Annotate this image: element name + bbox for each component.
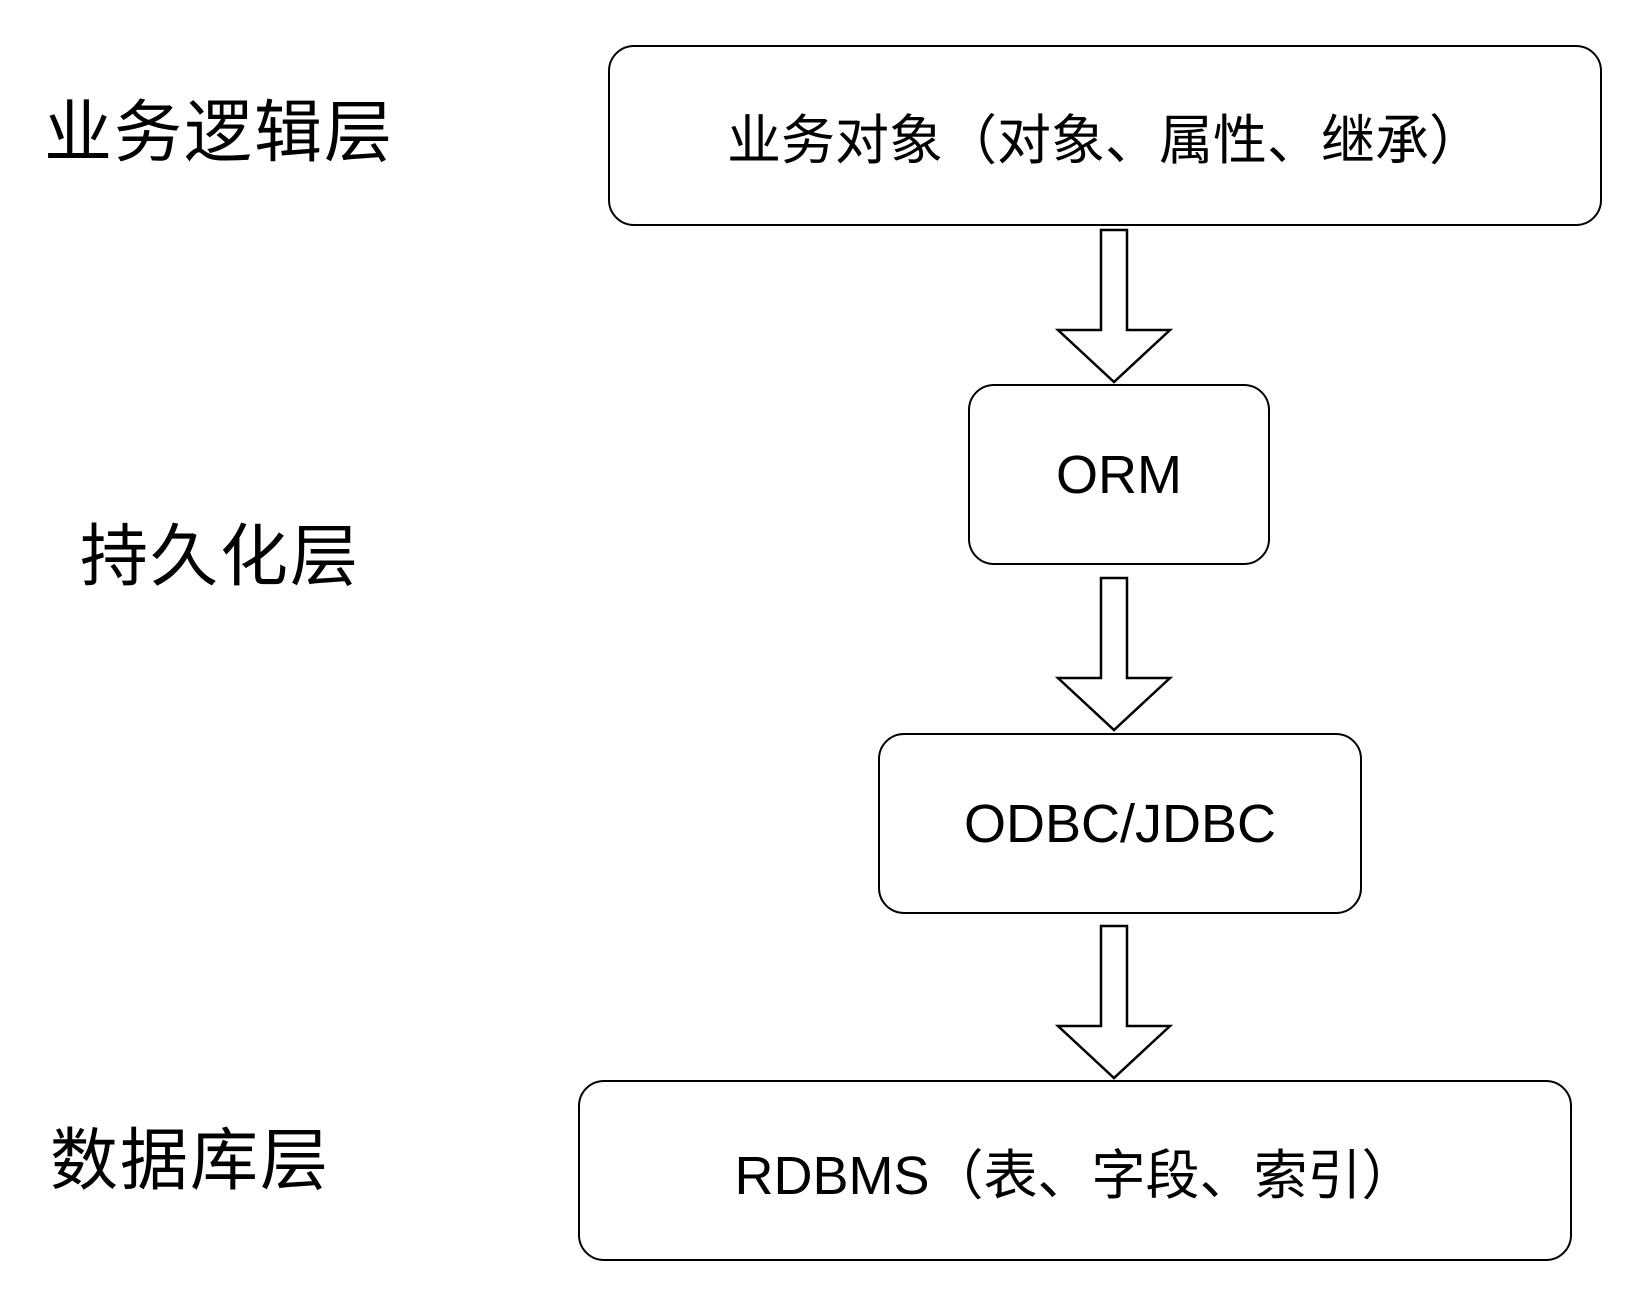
arrow-down-icon bbox=[1054, 228, 1174, 384]
flow-arrows bbox=[1054, 228, 1174, 1080]
arrow-down-icon bbox=[1054, 576, 1174, 732]
arrow-down-icon bbox=[1054, 924, 1174, 1080]
